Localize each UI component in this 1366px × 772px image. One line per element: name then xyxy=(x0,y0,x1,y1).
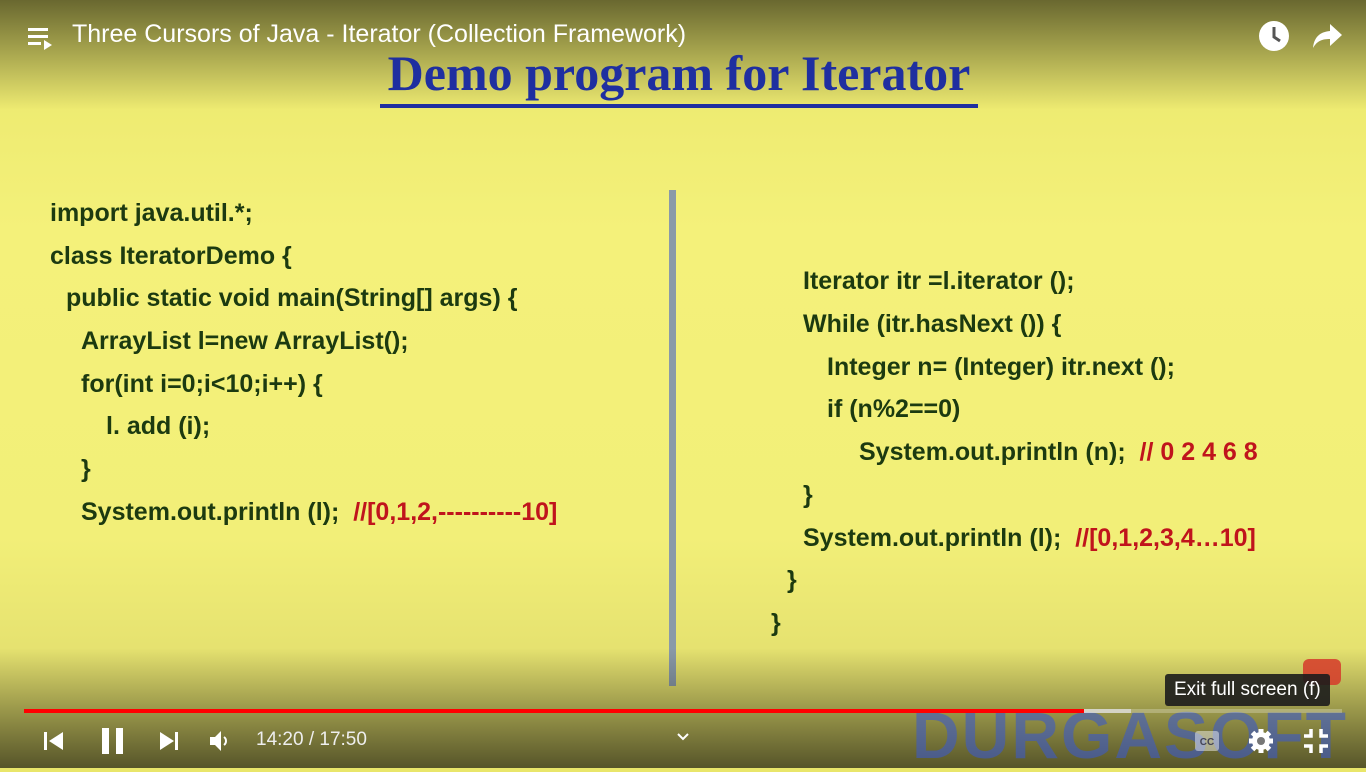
played-bar xyxy=(24,709,1084,713)
time-display: 14:20 / 17:50 xyxy=(256,729,367,750)
code-line: class IteratorDemo { xyxy=(50,242,292,270)
watch-later-icon[interactable] xyxy=(1258,20,1290,52)
volume-icon[interactable] xyxy=(210,731,232,751)
code-line: ArrayList l=new ArrayList(); xyxy=(81,327,409,355)
slide-title: Demo program for Iterator xyxy=(380,44,978,108)
code-line: System.out.println (n); // 0 2 4 6 8 xyxy=(859,438,1258,466)
code-line: } xyxy=(81,455,91,483)
settings-icon[interactable] xyxy=(1248,728,1274,754)
progress-bar[interactable] xyxy=(24,709,1342,713)
svg-text:CC: CC xyxy=(1200,737,1214,748)
slide-divider xyxy=(669,190,676,686)
share-icon[interactable] xyxy=(1312,22,1344,50)
code-line: While (itr.hasNext ()) { xyxy=(803,310,1062,338)
previous-icon[interactable] xyxy=(43,730,65,752)
code-line: public static void main(String[] args) { xyxy=(66,284,518,312)
code-line: Iterator itr =l.iterator (); xyxy=(803,267,1075,295)
code-comment: //[0,1,2,----------10] xyxy=(353,498,558,526)
video-title[interactable]: Three Cursors of Java - Iterator (Collec… xyxy=(72,20,686,49)
captions-icon[interactable]: CC xyxy=(1194,730,1220,752)
code-line: } xyxy=(771,609,781,637)
exit-fullscreen-icon[interactable] xyxy=(1303,728,1329,754)
next-icon[interactable] xyxy=(158,730,180,752)
code-line: import java.util.*; xyxy=(50,199,253,227)
code-line: System.out.println (l); //[0,1,2,3,4…10] xyxy=(803,524,1256,552)
tooltip: Exit full screen (f) xyxy=(1165,674,1330,706)
code-line: for(int i=0;i<10;i++) { xyxy=(81,370,323,398)
code-line: l. add (i); xyxy=(106,412,211,440)
pause-icon[interactable] xyxy=(100,727,126,755)
code-comment: //[0,1,2,3,4…10] xyxy=(1075,524,1256,552)
playlist-icon[interactable] xyxy=(28,26,56,50)
code-line: } xyxy=(787,566,797,594)
code-line: System.out.println (l); //[0,1,2,-------… xyxy=(81,498,558,526)
code-line: Integer n= (Integer) itr.next (); xyxy=(827,353,1175,381)
chevron-down-icon[interactable] xyxy=(676,732,690,742)
code-comment: // 0 2 4 6 8 xyxy=(1139,438,1258,466)
code-line: if (n%2==0) xyxy=(827,395,961,423)
code-line: } xyxy=(803,481,813,509)
